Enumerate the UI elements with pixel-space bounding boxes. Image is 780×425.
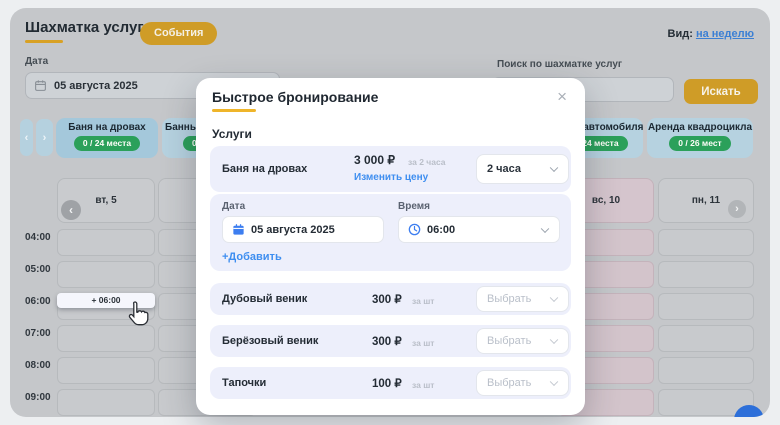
- grid-cell[interactable]: [658, 229, 754, 256]
- tabs-next-button[interactable]: ›: [36, 119, 53, 156]
- search-label: Поиск по шахматке услуг: [497, 59, 622, 70]
- events-button[interactable]: События: [140, 22, 217, 45]
- booking-time-value: 06:00: [427, 224, 455, 236]
- calendar-icon: [34, 79, 47, 92]
- days-next-button[interactable]: ›: [728, 200, 746, 218]
- service-price-unit: за шт: [412, 296, 434, 306]
- chevron-down-icon: [550, 378, 558, 386]
- quantity-select[interactable]: Выбрать: [476, 328, 569, 354]
- select-placeholder: Выбрать: [487, 293, 531, 305]
- grid-cell[interactable]: [658, 293, 754, 320]
- capacity-badge: 0 / 24 места: [74, 136, 140, 151]
- chevron-right-icon: ›: [735, 203, 739, 215]
- tab-arenda-kvadrotsikla[interactable]: Аренда квадроцикла 0 / 26 мест: [647, 118, 753, 158]
- service-price-unit: за шт: [412, 338, 434, 348]
- chevron-down-icon: [541, 224, 549, 232]
- tab-label: Банны: [165, 122, 198, 133]
- days-prev-button[interactable]: ‹: [61, 200, 81, 220]
- quantity-select[interactable]: Выбрать: [476, 370, 569, 396]
- service-row-extra: Тапочки 100 ₽ за шт Выбрать: [210, 367, 571, 399]
- change-price-link[interactable]: Изменить цену: [354, 172, 428, 183]
- service-price: 300 ₽: [372, 292, 402, 306]
- service-row-extra: Дубовый веник 300 ₽ за шт Выбрать: [210, 283, 571, 315]
- chevron-down-icon: [550, 336, 558, 344]
- grid-cell[interactable]: [57, 357, 155, 384]
- view-week-link[interactable]: на неделю: [696, 28, 754, 40]
- time-label: 08:00: [25, 360, 55, 371]
- grid-cell[interactable]: [658, 261, 754, 288]
- add-datetime-link[interactable]: +Добавить: [222, 251, 282, 263]
- grid-cell[interactable]: [57, 389, 155, 416]
- select-placeholder: Выбрать: [487, 377, 531, 389]
- services-heading: Услуги: [212, 127, 252, 141]
- modal-title: Быстрое бронирование: [212, 89, 378, 105]
- search-button[interactable]: Искать: [684, 79, 758, 104]
- tab-banya-na-drovah[interactable]: Баня на дровах 0 / 24 места: [56, 118, 158, 158]
- time-label: Время: [398, 201, 430, 212]
- clock-icon: [408, 223, 421, 236]
- service-name: Дубовый веник: [222, 293, 307, 305]
- select-placeholder: Выбрать: [487, 335, 531, 347]
- chevron-down-icon: [550, 164, 558, 172]
- chevron-left-icon: ‹: [69, 203, 73, 217]
- datetime-box: Дата Время 05 августа 2025 06:00 +Добави…: [210, 194, 571, 271]
- page-title: Шахматка услуг: [25, 19, 144, 36]
- service-row-extra: Берёзовый веник 300 ₽ за шт Выбрать: [210, 325, 571, 357]
- time-label: 09:00: [25, 392, 55, 403]
- service-name: Берёзовый веник: [222, 335, 318, 347]
- service-name: Тапочки: [222, 377, 266, 389]
- modal-title-accent: [212, 109, 256, 112]
- service-price: 3 000 ₽: [354, 153, 395, 167]
- title-accent-underline: [25, 40, 63, 43]
- day-label: вт, 5: [95, 195, 116, 206]
- service-price: 300 ₽: [372, 334, 402, 348]
- time-label: 07:00: [25, 328, 55, 339]
- time-label: 06:00: [25, 296, 55, 307]
- grid-cell[interactable]: [57, 261, 155, 288]
- booking-date-input[interactable]: 05 августа 2025: [222, 216, 384, 243]
- duration-value: 2 часа: [487, 163, 521, 175]
- service-price-unit: за шт: [412, 380, 434, 390]
- time-label: 04:00: [25, 232, 55, 243]
- tabs-prev-button[interactable]: ‹: [20, 119, 33, 156]
- day-label: пн, 11: [692, 195, 720, 206]
- grid-cell[interactable]: [57, 325, 155, 352]
- view-switcher: Вид: на неделю: [668, 28, 754, 40]
- service-row-main: Баня на дровах 3 000 ₽ за 2 часа Изменит…: [210, 146, 571, 192]
- date-field-label: Дата: [25, 56, 48, 67]
- quick-booking-modal: Быстрое бронирование × Услуги Баня на др…: [196, 78, 585, 415]
- close-icon[interactable]: ×: [557, 88, 567, 105]
- view-label: Вид:: [668, 28, 693, 40]
- grid-cell[interactable]: [658, 325, 754, 352]
- date-input-value: 05 августа 2025: [54, 80, 138, 92]
- duration-select[interactable]: 2 часа: [476, 154, 569, 184]
- chevron-left-icon: ‹: [25, 132, 29, 144]
- grid-cell[interactable]: [658, 357, 754, 384]
- capacity-badge: 0 / 26 мест: [669, 136, 730, 151]
- tab-label: Аренда квадроцикла: [648, 122, 752, 133]
- quantity-select[interactable]: Выбрать: [476, 286, 569, 312]
- tab-label: Баня на дровах: [68, 122, 146, 133]
- calendar-icon: [232, 223, 245, 236]
- day-label: вс, 10: [592, 195, 620, 206]
- mouse-cursor-icon: [126, 300, 150, 327]
- service-name: Баня на дровах: [222, 163, 307, 175]
- booking-date-value: 05 августа 2025: [251, 224, 335, 236]
- service-price-unit: за 2 часа: [408, 157, 446, 167]
- service-price: 100 ₽: [372, 376, 402, 390]
- time-label: 05:00: [25, 264, 55, 275]
- date-label: Дата: [222, 201, 245, 212]
- chevron-right-icon: ›: [43, 132, 47, 144]
- booking-time-select[interactable]: 06:00: [398, 216, 560, 243]
- grid-cell[interactable]: [57, 229, 155, 256]
- chevron-down-icon: [550, 294, 558, 302]
